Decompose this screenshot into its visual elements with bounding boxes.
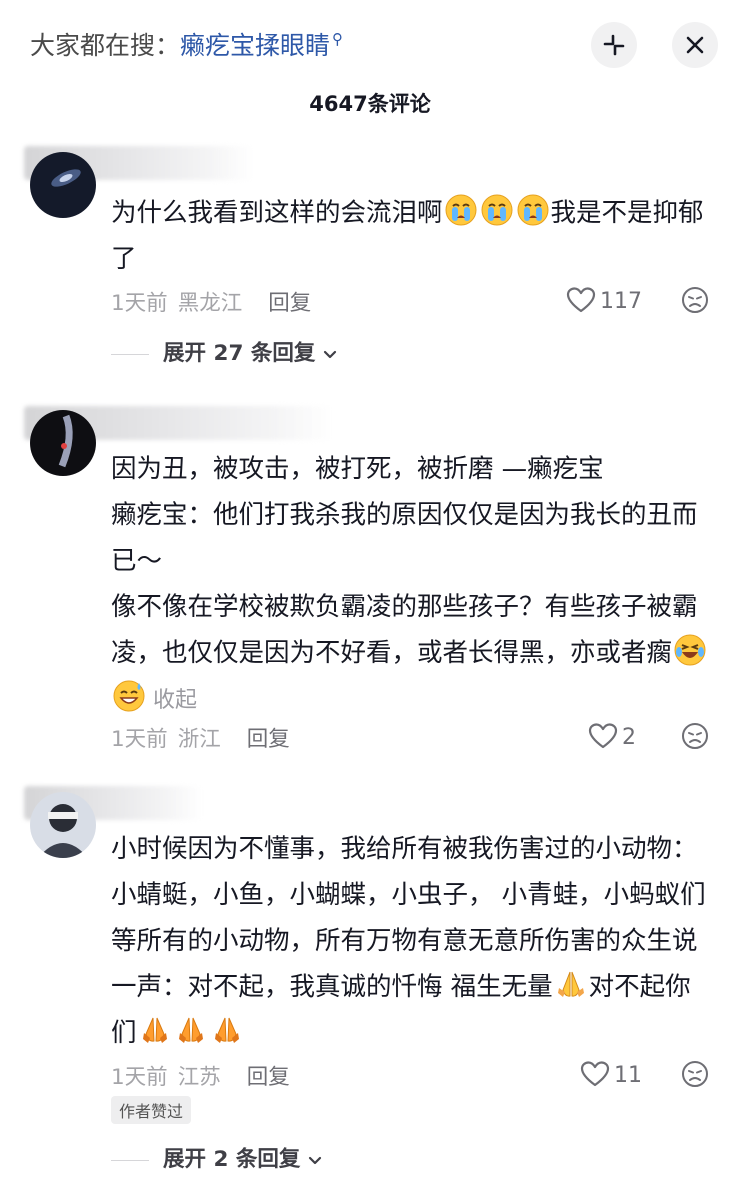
heart-outline-icon	[566, 286, 596, 314]
comment-location: 黑龙江	[177, 291, 243, 316]
like-button[interactable]: 2	[588, 722, 636, 750]
close-icon	[686, 36, 704, 54]
chevron-down-icon	[323, 350, 337, 360]
avatar[interactable]	[30, 792, 96, 858]
crying-face-emoji	[517, 194, 549, 226]
reply-button[interactable]: 回复	[247, 727, 290, 752]
praying-hands-emoji	[175, 1014, 207, 1046]
avatar[interactable]	[30, 152, 96, 218]
praying-hands-emoji	[139, 1014, 171, 1046]
comment-text: 为什么我看到这样的会流泪啊 我是不是抑郁了	[111, 190, 711, 282]
comment-location: 浙江	[177, 727, 221, 752]
comment-text: 因为丑，被攻击，被打死，被折磨 —癞疙宝 癞疙宝：他们打我杀我的原因仅仅是因为我…	[111, 446, 711, 724]
comment-location: 江苏	[177, 1065, 221, 1090]
trending-search-keyword[interactable]: 癞疙宝揉眼睛	[180, 31, 330, 60]
praying-hands-emoji	[211, 1014, 243, 1046]
like-count: 2	[622, 725, 636, 750]
frown-face-icon[interactable]	[681, 1060, 709, 1088]
crying-face-emoji	[481, 194, 513, 226]
close-button[interactable]	[672, 22, 718, 68]
comment-time: 1天前	[111, 727, 168, 752]
chevron-down-icon	[308, 1156, 322, 1166]
magnifier-icon: ⚲	[332, 30, 344, 48]
frown-face-icon[interactable]	[681, 722, 709, 750]
tearful-laughing-emoji	[674, 634, 706, 666]
expand-replies-label: 展开 2 条回复	[163, 1147, 301, 1172]
comment-meta: 1天前 江苏 回复	[111, 1060, 290, 1091]
comment-line: 癞疙宝：他们打我杀我的原因仅仅是因为我长的丑而已～	[111, 500, 698, 576]
comment-text-part: 为什么我看到这样的会流泪啊	[111, 198, 443, 228]
divider	[111, 1159, 149, 1161]
comment-line: 因为丑，被攻击，被打死，被折磨 —癞疙宝	[111, 454, 604, 484]
expand-replies-label: 展开 27 条回复	[163, 341, 316, 366]
expand-replies-button[interactable]: 展开 27 条回复	[111, 336, 337, 367]
collapse-text-button[interactable]: 收起	[153, 688, 197, 713]
comment-meta: 1天前 黑龙江 回复	[111, 286, 311, 317]
like-count: 11	[614, 1063, 642, 1088]
comment-time: 1天前	[111, 291, 168, 316]
author-liked-badge: 作者赞过	[111, 1096, 192, 1124]
comment-text: 小时候因为不懂事，我给所有被我伤害过的小动物：小蜻蜓，小鱼，小蝴蝶，小虫子， 小…	[111, 826, 711, 1056]
frown-face-icon[interactable]	[681, 286, 709, 314]
trending-search-hint[interactable]: 大家都在搜：癞疙宝揉眼睛 ⚲	[30, 26, 343, 62]
expand-replies-button[interactable]: 展开 2 条回复	[111, 1142, 322, 1173]
reply-button[interactable]: 回复	[247, 1065, 290, 1090]
reply-button[interactable]: 回复	[268, 291, 311, 316]
top-bar: 大家都在搜：癞疙宝揉眼睛 ⚲	[0, 0, 740, 90]
comment-meta: 1天前 浙江 回复	[111, 722, 290, 753]
trending-search-prefix: 大家都在搜：	[30, 31, 181, 60]
comment-text-part: 像不像在学校被欺负霸凌的那些孩子？有些孩子被霸凌，也仅仅是因为不好看，或者长得黑…	[111, 592, 698, 668]
collapse-button[interactable]	[591, 22, 637, 68]
crying-face-emoji	[445, 194, 477, 226]
comment-count: 4647条评论	[309, 92, 431, 116]
avatar[interactable]	[30, 410, 96, 476]
like-count: 117	[600, 289, 642, 314]
collapse-corners-icon	[603, 34, 625, 56]
praying-hands-emoji	[555, 968, 587, 1000]
heart-outline-icon	[588, 722, 618, 750]
like-button[interactable]: 117	[566, 286, 642, 314]
comment-line-last: 像不像在学校被欺负霸凌的那些孩子？有些孩子被霸凌，也仅仅是因为不好看，或者长得黑…	[111, 584, 711, 724]
sweat-smile-emoji	[113, 680, 145, 712]
divider	[111, 353, 149, 355]
heart-outline-icon	[580, 1060, 610, 1088]
like-button[interactable]: 11	[580, 1060, 642, 1088]
comment-time: 1天前	[111, 1065, 168, 1090]
